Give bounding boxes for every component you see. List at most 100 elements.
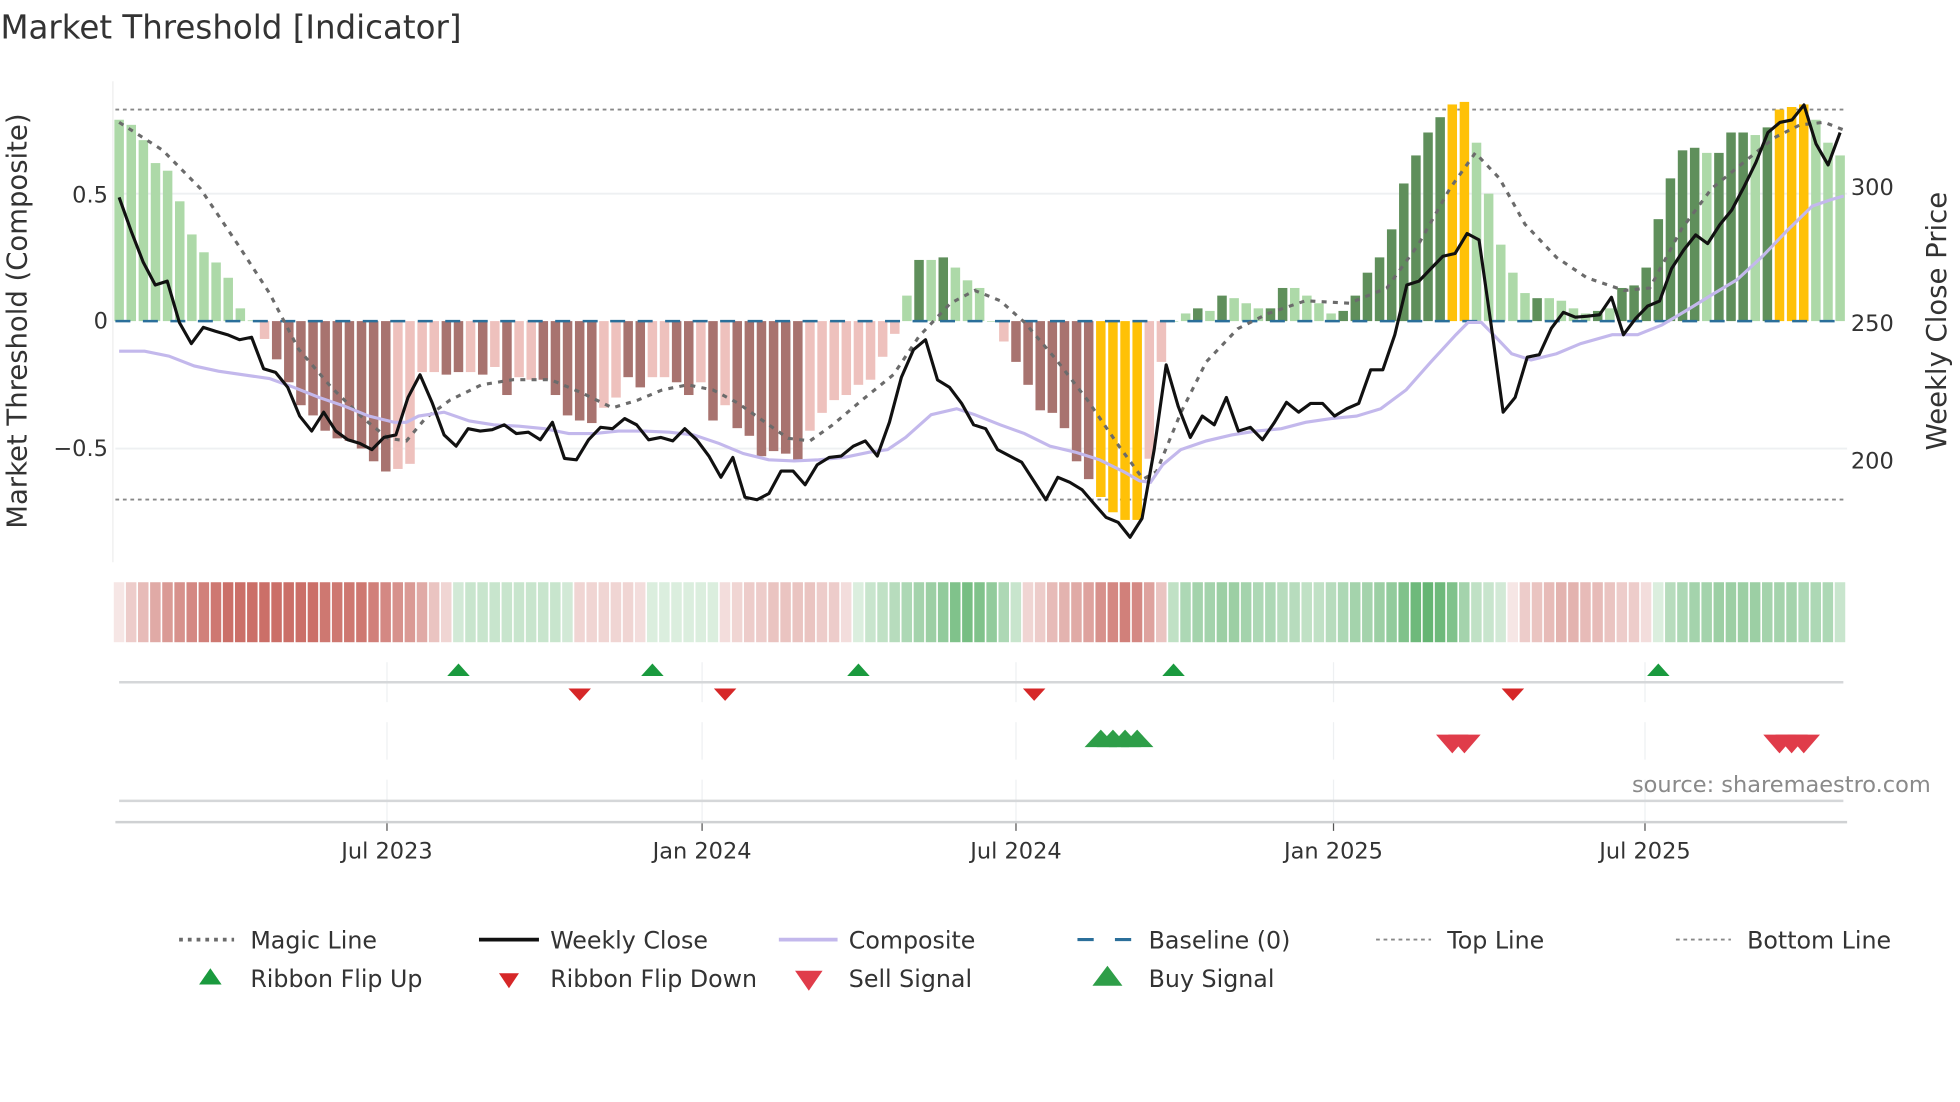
ribbon-cell bbox=[828, 582, 840, 643]
composite-bar bbox=[1217, 295, 1227, 322]
composite-bar bbox=[902, 295, 912, 322]
composite-bar bbox=[1786, 107, 1797, 322]
y-right-tick-label: 300 bbox=[1851, 175, 1894, 201]
ribbon-cell bbox=[622, 582, 634, 643]
ribbon-cell bbox=[1713, 582, 1725, 643]
ribbon-cell bbox=[925, 582, 937, 643]
legend-label: Ribbon Flip Up bbox=[250, 965, 422, 993]
composite-bar bbox=[671, 321, 682, 383]
ribbon-cell bbox=[1422, 582, 1434, 643]
ribbon-cell bbox=[574, 582, 585, 643]
ribbon-cell bbox=[428, 582, 440, 643]
ribbon-cell bbox=[998, 582, 1009, 643]
ribbon-cell bbox=[283, 582, 294, 643]
composite-bar bbox=[1605, 308, 1615, 322]
ribbon-cell bbox=[683, 582, 694, 643]
composite-bar bbox=[1205, 310, 1215, 322]
ribbon-cell bbox=[150, 582, 161, 643]
composite-bar bbox=[1762, 127, 1773, 322]
ribbon-cell bbox=[1810, 582, 1821, 643]
ribbon-cell bbox=[1483, 582, 1494, 643]
ribbon-cell bbox=[319, 582, 331, 643]
ribbon-cell bbox=[695, 582, 706, 643]
composite-bar bbox=[574, 321, 585, 421]
y-right-tick-label: 250 bbox=[1851, 311, 1894, 337]
composite-bar bbox=[429, 321, 439, 373]
composite-bar bbox=[441, 321, 452, 375]
ribbon-cell bbox=[1786, 582, 1797, 643]
composite-bar bbox=[174, 201, 185, 322]
ribbon-cell bbox=[901, 582, 913, 643]
y-tick-label: −0.5 bbox=[53, 436, 108, 462]
ribbon-flip-up-icon bbox=[447, 663, 470, 676]
composite-bar bbox=[526, 321, 536, 380]
ribbon-cell bbox=[1434, 582, 1446, 643]
composite-bar bbox=[1677, 150, 1688, 322]
composite-bar bbox=[114, 119, 124, 322]
market-threshold-chart: Market Threshold [Indicator] 0.5 0 −0.5 … bbox=[0, 9, 1953, 993]
ribbon-cell bbox=[1640, 582, 1652, 643]
composite-bar bbox=[514, 321, 524, 378]
ribbon-cell bbox=[1313, 582, 1325, 643]
ribbon-cell bbox=[1543, 582, 1555, 643]
composite-bars bbox=[114, 101, 1848, 520]
composite-bar bbox=[150, 163, 161, 322]
composite-bar bbox=[1229, 298, 1239, 322]
composite-bar bbox=[538, 321, 549, 380]
legend-label: Ribbon Flip Down bbox=[550, 965, 757, 993]
ribbon-cell bbox=[1822, 582, 1834, 643]
ribbon-cell bbox=[1834, 582, 1846, 643]
ribbon-cell bbox=[1677, 582, 1688, 643]
ribbon-cell bbox=[647, 582, 658, 643]
ribbon-cell bbox=[719, 582, 731, 643]
composite-bar bbox=[187, 234, 197, 322]
composite-bar bbox=[684, 321, 694, 396]
ribbon-cell bbox=[1337, 582, 1349, 643]
ribbon-cell bbox=[768, 582, 779, 643]
ribbon-cell bbox=[1628, 582, 1640, 643]
composite-bar bbox=[1302, 295, 1312, 322]
ribbon-cell bbox=[477, 582, 488, 643]
ribbon-cell bbox=[780, 582, 791, 643]
ribbon-cell bbox=[743, 582, 755, 643]
ribbon-flip-up-icon bbox=[641, 663, 664, 676]
composite-bar bbox=[587, 321, 597, 424]
composite-bar bbox=[1374, 257, 1385, 322]
ribbon-cell bbox=[634, 582, 646, 643]
legend-label: Top Line bbox=[1446, 926, 1544, 954]
composite-bar bbox=[1047, 321, 1058, 413]
composite-bar bbox=[259, 321, 270, 339]
y-right-axis-label: Weekly Close Price bbox=[1921, 192, 1953, 450]
composite-bar bbox=[732, 321, 742, 429]
ribbon-cell bbox=[247, 582, 258, 643]
ribbon-cell bbox=[125, 582, 137, 643]
composite-bar bbox=[938, 257, 949, 322]
ribbon-cell bbox=[1410, 582, 1422, 643]
composite-bar bbox=[817, 321, 827, 413]
ribbon-flip-down-icon bbox=[1022, 688, 1046, 701]
ribbon-cell bbox=[1289, 582, 1300, 643]
composite-bar bbox=[1108, 321, 1118, 513]
ribbon-cell bbox=[792, 582, 803, 643]
source-label: source: sharemaestro.com bbox=[1632, 772, 1931, 798]
ribbon-cell bbox=[840, 582, 852, 643]
ribbon-cell bbox=[416, 582, 428, 643]
composite-bar bbox=[696, 321, 706, 383]
ribbon-cell bbox=[1325, 582, 1337, 643]
ribbon-cell bbox=[1265, 582, 1276, 643]
ribbon-cell bbox=[295, 582, 307, 643]
ribbon-cell bbox=[756, 582, 767, 643]
ribbon-flip-up-icon bbox=[1647, 663, 1670, 676]
composite-bar bbox=[1496, 244, 1506, 322]
composite-bar bbox=[490, 321, 500, 367]
ribbon-cell bbox=[550, 582, 561, 643]
ribbon-flip-down-icon bbox=[1501, 688, 1525, 701]
ribbon-cell bbox=[707, 582, 719, 643]
ribbon-cell bbox=[453, 582, 464, 643]
ribbon-cell bbox=[1277, 582, 1288, 643]
composite-bar bbox=[1726, 132, 1736, 322]
composite-bar bbox=[235, 308, 246, 322]
x-tick-label: Jul 2025 bbox=[1597, 838, 1690, 864]
ribbon-cell bbox=[1459, 582, 1470, 643]
composite-bar bbox=[865, 321, 876, 380]
